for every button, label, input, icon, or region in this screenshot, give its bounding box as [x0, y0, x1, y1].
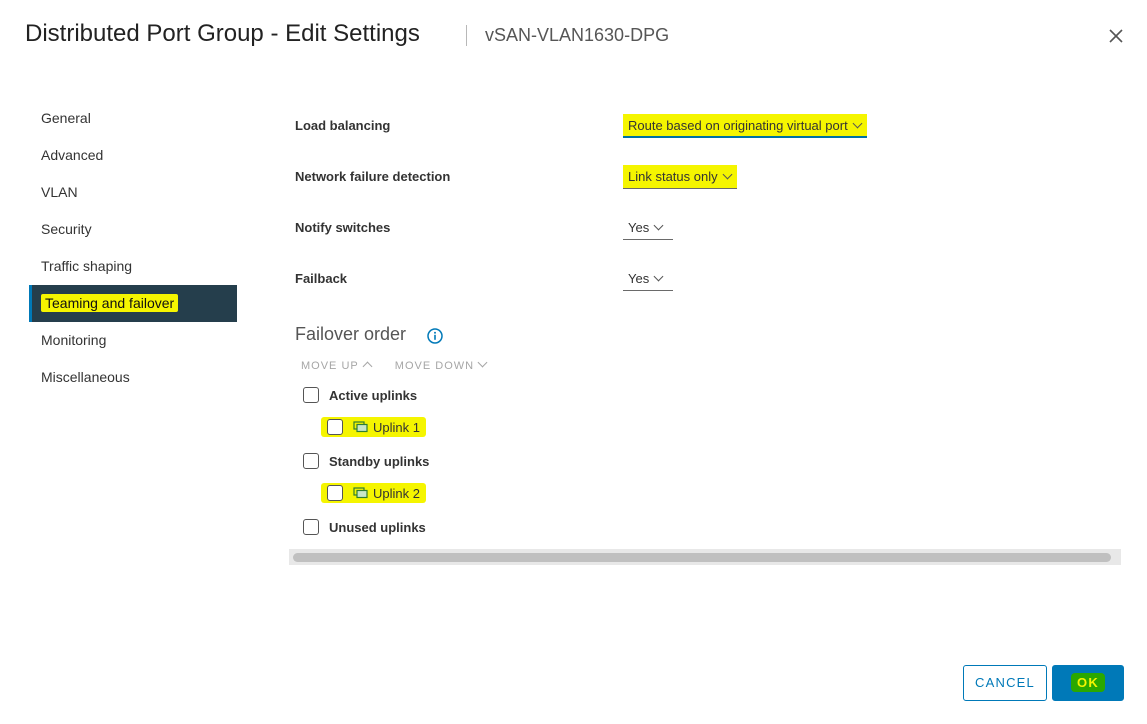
standby-uplinks-checkbox[interactable]	[303, 453, 319, 469]
failback-row: Failback Yes	[295, 253, 1125, 293]
dialog-title: Distributed Port Group - Edit Settings	[25, 20, 420, 47]
chevron-down-icon	[653, 271, 664, 282]
notify-switches-value: Yes	[628, 220, 650, 235]
nav-item-label: Security	[41, 221, 92, 237]
failback-select[interactable]: Yes	[623, 267, 673, 291]
failover-toolbar: MOVE UP MOVE DOWN	[301, 357, 506, 372]
horizontal-scrollbar[interactable]	[289, 549, 1121, 565]
uplink-icon	[353, 421, 368, 433]
nav-item-miscellaneous[interactable]: Miscellaneous	[29, 359, 237, 396]
load-balancing-row: Load balancing Route based on originatin…	[295, 100, 1125, 140]
move-down-button[interactable]: MOVE DOWN	[394, 357, 488, 372]
unused-uplinks-label: Unused uplinks	[329, 519, 426, 535]
standby-uplinks-group: Standby uplinks	[303, 450, 429, 472]
nav-item-label: VLAN	[41, 184, 78, 200]
uplink-2-label: Uplink 2	[373, 485, 420, 501]
chevron-down-icon	[653, 220, 664, 231]
nav-item-label: Advanced	[41, 147, 104, 163]
settings-nav: General Advanced VLAN Security Traffic s…	[29, 100, 237, 396]
nav-item-label: General	[41, 110, 91, 126]
active-uplinks-checkbox[interactable]	[303, 387, 319, 403]
network-failure-detection-value: Link status only	[628, 169, 718, 184]
uplink-icon	[353, 487, 368, 499]
chevron-down-icon	[477, 357, 488, 368]
uplink-1-checkbox[interactable]	[327, 419, 343, 435]
standby-uplinks-label: Standby uplinks	[329, 453, 430, 469]
notify-switches-select[interactable]: Yes	[623, 216, 673, 240]
nav-item-label: Monitoring	[41, 332, 107, 348]
move-up-label: MOVE UP	[301, 360, 359, 372]
notify-switches-row: Notify switches Yes	[295, 202, 1125, 242]
close-button[interactable]	[1104, 24, 1128, 48]
load-balancing-select[interactable]: Route based on originating virtual port	[623, 114, 867, 138]
nav-item-general[interactable]: General	[29, 100, 237, 137]
nav-item-vlan[interactable]: VLAN	[29, 174, 237, 211]
nav-item-label: Traffic shaping	[41, 258, 133, 274]
unused-uplinks-checkbox[interactable]	[303, 519, 319, 535]
uplink-2-item: Uplink 2	[321, 482, 426, 504]
failback-value: Yes	[628, 271, 650, 286]
ok-button[interactable]: OK	[1052, 665, 1124, 701]
load-balancing-value: Route based on originating virtual port	[628, 118, 848, 133]
ok-label: OK	[1071, 673, 1105, 692]
nav-item-teaming-and-failover[interactable]: Teaming and failover	[29, 285, 237, 322]
nav-item-label: Teaming and failover	[41, 294, 179, 312]
nav-item-monitoring[interactable]: Monitoring	[29, 322, 237, 359]
nav-item-security[interactable]: Security	[29, 211, 237, 248]
nav-item-traffic-shaping[interactable]: Traffic shaping	[29, 248, 237, 285]
active-uplinks-group: Active uplinks	[303, 384, 417, 406]
notify-switches-label: Notify switches	[295, 220, 391, 235]
move-down-label: MOVE DOWN	[394, 360, 475, 372]
close-icon	[1109, 29, 1123, 43]
scrollbar-thumb[interactable]	[293, 553, 1111, 562]
nav-item-advanced[interactable]: Advanced	[29, 137, 237, 174]
failover-order-title: Failover order	[295, 324, 407, 344]
network-failure-detection-label: Network failure detection	[295, 169, 451, 184]
uplink-1-label: Uplink 1	[373, 419, 420, 435]
load-balancing-label: Load balancing	[295, 118, 391, 133]
chevron-down-icon	[722, 169, 733, 180]
failback-label: Failback	[295, 271, 348, 286]
active-uplinks-label: Active uplinks	[329, 387, 418, 403]
unused-uplinks-group: Unused uplinks	[303, 516, 426, 538]
network-failure-detection-row: Network failure detection Link status on…	[295, 151, 1125, 191]
chevron-down-icon	[852, 118, 863, 129]
title-divider	[466, 25, 467, 46]
uplink-1-row: Uplink 1	[321, 417, 426, 437]
chevron-up-icon	[362, 361, 373, 372]
object-name: vSAN-VLAN1630-DPG	[485, 25, 670, 45]
nav-item-label: Miscellaneous	[41, 369, 130, 385]
network-failure-detection-select[interactable]: Link status only	[623, 165, 737, 189]
uplink-1-item: Uplink 1	[321, 416, 426, 438]
info-icon[interactable]	[427, 328, 443, 344]
move-up-button[interactable]: MOVE UP	[301, 360, 373, 372]
uplink-2-checkbox[interactable]	[327, 485, 343, 501]
cancel-button[interactable]: CANCEL	[963, 665, 1047, 701]
uplink-2-row: Uplink 2	[321, 483, 426, 503]
